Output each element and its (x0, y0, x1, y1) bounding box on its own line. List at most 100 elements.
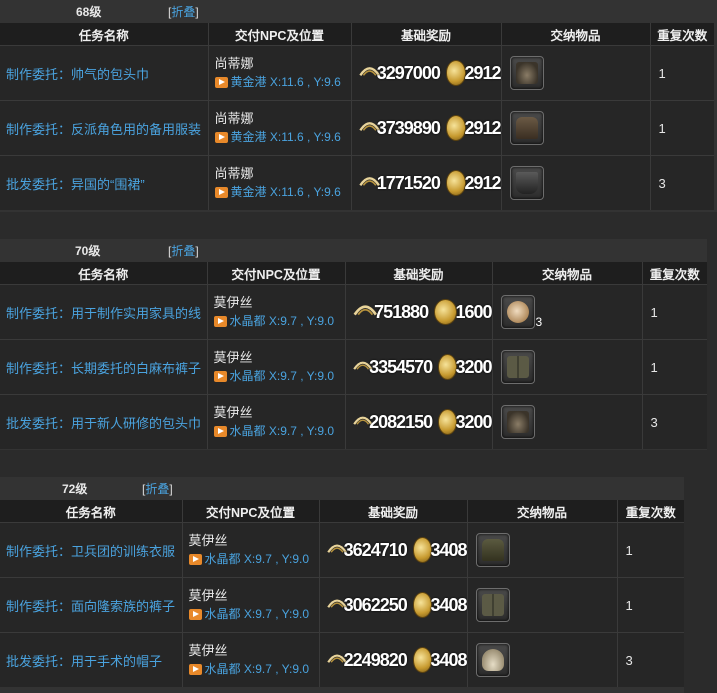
quest-name-link[interactable]: 制作委托：面向隆索族的裤子 (0, 577, 182, 633)
gil-coin-icon (434, 299, 458, 325)
quest-name-link[interactable]: 批发委托：异国的“围裙” (0, 155, 208, 210)
gil-value: 3408 (430, 649, 467, 670)
section-level-title: 70级 (75, 244, 101, 258)
location-coords[interactable]: X:9.7 , Y:9.0 (244, 605, 309, 623)
map-marker-icon (188, 553, 202, 565)
section-header: 68级 [折叠] (0, 0, 717, 22)
repeat-count: 3 (616, 632, 684, 687)
table-header-row: 任务名称 交付NPC及位置 基础奖励 交纳物品 重复次数 (0, 23, 714, 46)
npc-location[interactable]: 黄金港 X:11.6 , Y:9.6 (214, 128, 351, 146)
col-header-reward: 基础奖励 (344, 262, 492, 285)
npc-location[interactable]: 黄金港 X:11.6 , Y:9.6 (214, 73, 351, 91)
location-place[interactable]: 水晶都 (230, 367, 266, 385)
npc-location[interactable]: 水晶都 X:9.7 , Y:9.0 (188, 550, 319, 568)
quest-name-link[interactable]: 制作委托：帅气的包头巾 (0, 45, 208, 101)
exp-value: 2082150 (369, 411, 433, 432)
location-place[interactable]: 黄金港 (231, 73, 267, 91)
quest-name-link[interactable]: 制作委托：长期委托的白麻布裤子 (0, 339, 207, 395)
fold-toggle[interactable]: [折叠] (168, 242, 199, 259)
table-row: 批发委托：用于手术的帽子 莫伊丝 水晶都 X:9.7 , Y:9.0 2249820 3… (0, 632, 684, 687)
col-header-repeat: 重复次数 (641, 262, 707, 285)
col-header-name: 任务名称 (0, 262, 207, 285)
gil-value: 3408 (430, 539, 467, 560)
location-place[interactable]: 黄金港 (231, 128, 267, 146)
cap-icon[interactable] (475, 643, 510, 677)
location-coords[interactable]: X:9.7 , Y:9.0 (244, 660, 309, 678)
map-marker-icon (188, 608, 202, 620)
npc-location[interactable]: 水晶都 X:9.7 , Y:9.0 (188, 660, 319, 678)
fold-toggle[interactable]: [折叠] (168, 3, 199, 20)
fold-link[interactable]: 折叠 (171, 244, 195, 258)
section-level-title: 72级 (62, 482, 88, 496)
location-place[interactable]: 水晶都 (205, 660, 241, 678)
item-cell (500, 45, 650, 101)
quest-name-link[interactable]: 制作委托：卫兵团的训练衣服 (0, 522, 182, 578)
location-coords[interactable]: X:11.6 , Y:9.6 (270, 183, 341, 201)
npc-name: 莫伊丝 (213, 405, 253, 420)
npc-cell: 尚蒂娜 黄金港 X:11.6 , Y:9.6 (207, 45, 351, 101)
npc-name: 莫伊丝 (188, 643, 228, 658)
repeat-count: 1 (649, 45, 714, 101)
reward-cell: 2082150 3200 (344, 394, 493, 449)
repeat-count: 1 (641, 339, 707, 395)
quest-section-72: 72级 [折叠] 任务名称 交付NPC及位置 基础奖励 交纳物品 重复次数 制作… (0, 477, 684, 693)
costume-icon[interactable] (509, 111, 544, 145)
turban-icon[interactable] (509, 56, 544, 90)
npc-cell: 莫伊丝水晶都 X:9.7 , Y:9.0 (206, 394, 345, 449)
col-header-name: 任务名称 (0, 500, 182, 523)
map-marker-icon (213, 425, 227, 437)
reward-cell: 3062250 3408 (318, 577, 468, 633)
location-coords[interactable]: X:9.7 , Y:9.0 (269, 422, 334, 440)
thread-icon[interactable] (500, 295, 535, 329)
turban-icon[interactable] (500, 405, 535, 439)
trousers-icon[interactable] (500, 350, 535, 384)
fold-link[interactable]: 折叠 (145, 482, 169, 496)
npc-name: 莫伊丝 (213, 295, 253, 310)
quest-name-link[interactable]: 批发委托：用于新人研修的包头巾 (0, 394, 207, 449)
col-header-npc: 交付NPC及位置 (206, 262, 345, 285)
col-header-npc: 交付NPC及位置 (207, 23, 351, 46)
col-header-item: 交纳物品 (466, 500, 617, 523)
reward-cell: 3354570 3200 (344, 339, 493, 395)
col-header-item: 交纳物品 (500, 23, 650, 46)
location-place[interactable]: 水晶都 (205, 605, 241, 623)
fold-toggle[interactable]: [折叠] (142, 480, 173, 497)
npc-location[interactable]: 水晶都 X:9.7 , Y:9.0 (213, 422, 345, 440)
map-marker-icon (214, 131, 228, 143)
fold-link[interactable]: 折叠 (171, 5, 195, 19)
table-row: 制作委托：面向隆索族的裤子 莫伊丝 水晶都 X:9.7 , Y:9.0 3062250… (0, 577, 684, 633)
coat-icon[interactable] (475, 533, 510, 567)
location-place[interactable]: 水晶都 (230, 312, 266, 330)
col-header-repeat: 重复次数 (616, 500, 684, 523)
npc-location[interactable]: 水晶都 X:9.7 , Y:9.0 (213, 367, 345, 385)
item-cell (491, 394, 642, 449)
quest-name-link[interactable]: 制作委托：用于制作实用家具的线 (0, 284, 207, 340)
location-place[interactable]: 水晶都 (205, 550, 241, 568)
npc-name: 莫伊丝 (188, 533, 228, 548)
location-place[interactable]: 黄金港 (231, 183, 267, 201)
table-row: 制作委托：长期委托的白麻布裤子 莫伊丝 水晶都 X:9.7 , Y:9.0 33545… (0, 339, 707, 395)
col-header-item: 交纳物品 (491, 262, 642, 285)
col-header-name: 任务名称 (0, 23, 208, 46)
npc-location[interactable]: 水晶都 X:9.7 , Y:9.0 (213, 312, 345, 330)
npc-location[interactable]: 水晶都 X:9.7 , Y:9.0 (188, 605, 319, 623)
location-coords[interactable]: X:11.6 , Y:9.6 (270, 128, 341, 146)
repeat-count: 3 (649, 155, 714, 210)
trousers-icon[interactable] (475, 588, 510, 622)
table-row: 批发委托：异国的“围裙” 尚蒂娜 黄金港 X:11.6 , Y:9.6 1771520… (0, 155, 714, 210)
apron-icon[interactable] (509, 166, 544, 200)
item-cell (466, 632, 617, 687)
gil-value: 3200 (455, 356, 492, 377)
repeat-count: 1 (616, 577, 684, 633)
location-place[interactable]: 水晶都 (230, 422, 266, 440)
col-header-reward: 基础奖励 (318, 500, 467, 523)
location-coords[interactable]: X:9.7 , Y:9.0 (244, 550, 309, 568)
quest-name-link[interactable]: 制作委托：反派角色用的备用服装 (0, 100, 208, 156)
location-coords[interactable]: X:9.7 , Y:9.0 (269, 367, 334, 385)
npc-location[interactable]: 黄金港 X:11.6 , Y:9.6 (214, 183, 351, 201)
location-coords[interactable]: X:9.7 , Y:9.0 (269, 312, 334, 330)
location-coords[interactable]: X:11.6 , Y:9.6 (270, 73, 341, 91)
table-header-row: 任务名称 交付NPC及位置 基础奖励 交纳物品 重复次数 (0, 262, 707, 285)
item-cell (491, 339, 642, 395)
quest-name-link[interactable]: 批发委托：用于手术的帽子 (0, 632, 182, 687)
